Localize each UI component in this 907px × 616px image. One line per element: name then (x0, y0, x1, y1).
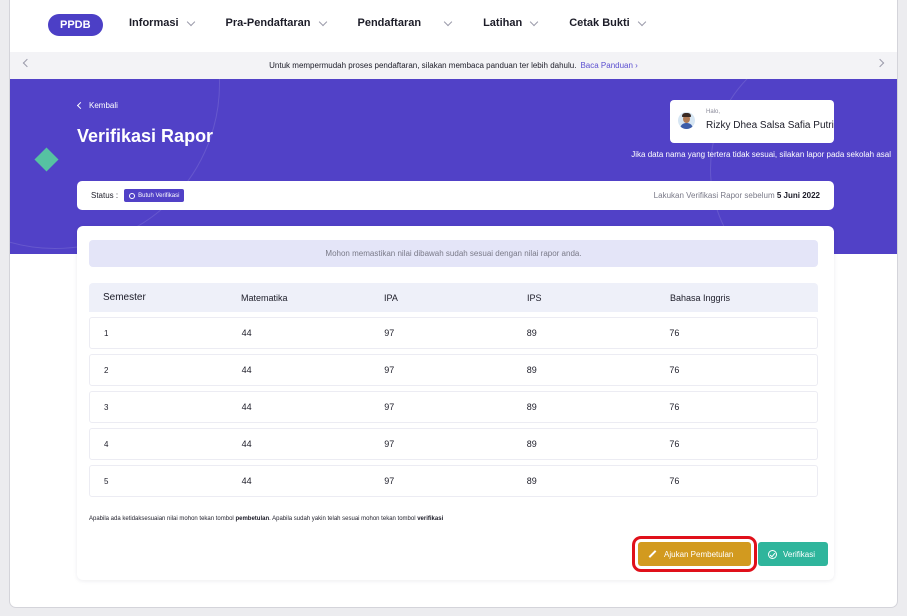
deadline-text: Lakukan Verifikasi Rapor sebelum 5 Juni … (654, 191, 820, 200)
header-semester: Semester (103, 292, 146, 303)
info-banner: Mohon memastikan nilai dibawah sudah ses… (89, 240, 818, 267)
check-circle-icon (768, 549, 777, 559)
avatar-shirt (680, 123, 693, 129)
cell-ips: 89 (526, 402, 537, 412)
cell-ips: 89 (526, 328, 537, 338)
verify-button[interactable]: Verifikasi (758, 542, 828, 566)
notice-bar: Untuk mempermudah proses pendaftaran, si… (10, 52, 897, 79)
cell-semester: 3 (104, 402, 109, 412)
avatar-hair (682, 113, 691, 117)
header-ips: IPS (527, 292, 542, 303)
chevron-down-icon (637, 17, 646, 26)
note-part: Apabila ada ketidaksesuaian nilai mohon … (89, 516, 236, 522)
chevron-down-icon (529, 17, 539, 26)
cell-matematika: 44 (241, 439, 252, 449)
main-menu: Informasi Pra-Pendaftaran Pendaftaran La… (129, 17, 677, 29)
cell-bahasa-inggris: 76 (669, 365, 680, 375)
cell-ipa: 97 (384, 365, 395, 375)
menu-label: Informasi (129, 17, 179, 29)
menu-label: Cetak Bukti (569, 17, 630, 29)
menu-label: Pra-Pendaftaran (225, 17, 311, 29)
table-row: 1 44 97 89 76 (89, 317, 818, 349)
cell-ips: 89 (526, 365, 537, 375)
menu-label: Pendaftaran (357, 17, 422, 29)
chevron-left-icon (76, 101, 85, 110)
status-badge: Butuh Verifikasi (124, 189, 185, 202)
cell-semester: 1 (104, 328, 109, 338)
chevron-down-icon (443, 17, 453, 26)
menu-latihan[interactable]: Latihan (483, 17, 539, 29)
deadline-prefix: Lakukan Verifikasi Rapor sebelum (653, 191, 775, 200)
cell-ips: 89 (526, 476, 537, 486)
cell-bahasa-inggris: 76 (669, 476, 680, 486)
status-badge-text: Butuh Verifikasi (138, 192, 180, 199)
chevron-right-icon[interactable] (875, 58, 885, 68)
cell-ips: 89 (526, 439, 537, 449)
user-name: Rizky Dhea Salsa Safia Putri (706, 120, 834, 131)
grades-table: Semester Matematika IPA IPS Bahasa Inggr… (89, 283, 818, 497)
clock-icon (129, 192, 136, 199)
header-matematika: Matematika (241, 292, 288, 303)
name-mismatch-note: Jika data nama yang tertera tidak sesuai… (631, 150, 891, 159)
button-label: Ajukan Pembetulan (664, 549, 734, 559)
table-row: 4 44 97 89 76 (89, 428, 818, 460)
app-window: PPDB Informasi Pra-Pendaftaran Pendaftar… (10, 0, 897, 607)
chevron-down-icon (318, 17, 327, 26)
menu-pendaftaran[interactable]: Pendaftaran (357, 17, 453, 29)
pencil-icon (648, 550, 657, 558)
greeting-label: Halo, (706, 109, 721, 115)
back-link[interactable]: Kembali (76, 101, 118, 110)
guide-link[interactable]: Baca Panduan › (580, 61, 637, 70)
menu-informasi[interactable]: Informasi (129, 17, 195, 29)
cell-bahasa-inggris: 76 (669, 402, 680, 412)
menu-label: Latihan (483, 17, 523, 29)
cell-ipa: 97 (384, 328, 395, 338)
chevron-down-icon (186, 17, 195, 26)
user-card: Halo, Rizky Dhea Salsa Safia Putri (670, 100, 834, 143)
table-header: Semester Matematika IPA IPS Bahasa Inggr… (89, 283, 818, 312)
cell-semester: 2 (104, 365, 109, 375)
notice-text: Untuk mempermudah proses pendaftaran, si… (269, 61, 577, 70)
status-bar: Status : Butuh Verifikasi Lakukan Verifi… (77, 181, 834, 210)
table-row: 5 44 97 89 76 (89, 465, 818, 497)
cell-matematika: 44 (241, 476, 252, 486)
chevron-left-icon[interactable] (22, 58, 32, 68)
page-title: Verifikasi Rapor (77, 126, 214, 146)
cell-semester: 4 (104, 439, 109, 449)
cell-matematika: 44 (241, 328, 252, 338)
cell-semester: 5 (104, 476, 109, 486)
grades-card: Mohon memastikan nilai dibawah sudah ses… (77, 226, 834, 580)
cell-ipa: 97 (384, 402, 395, 412)
ppdb-logo[interactable]: PPDB (48, 14, 103, 36)
button-label: Verifikasi (783, 549, 816, 559)
menu-cetak-bukti[interactable]: Cetak Bukti (569, 17, 646, 29)
status-label: Status : (91, 191, 119, 200)
table-row: 2 44 97 89 76 (89, 354, 818, 386)
instruction-note: Apabila ada ketidaksesuaian nilai mohon … (89, 516, 443, 522)
cell-bahasa-inggris: 76 (669, 328, 680, 338)
avatar (678, 112, 695, 129)
cell-ipa: 97 (384, 439, 395, 449)
top-nav: PPDB Informasi Pra-Pendaftaran Pendaftar… (10, 0, 897, 52)
cell-matematika: 44 (241, 365, 252, 375)
note-bold-pembetulan: pembetulan (235, 516, 270, 522)
note-bold-verifikasi: verifikasi (417, 516, 444, 522)
note-part: . Apabila sudah yakin telah sesuai mohon… (269, 516, 418, 522)
table-row: 3 44 97 89 76 (89, 391, 818, 423)
header-ipa: IPA (384, 292, 398, 303)
back-label: Kembali (89, 101, 118, 110)
header-bahasa-inggris: Bahasa Inggris (670, 292, 731, 303)
cell-matematika: 44 (241, 402, 252, 412)
cell-ipa: 97 (384, 476, 395, 486)
submit-correction-button[interactable]: Ajukan Pembetulan (632, 536, 757, 572)
deadline-date: 5 Juni 2022 (776, 191, 820, 200)
cell-bahasa-inggris: 76 (669, 439, 680, 449)
menu-pra-pendaftaran[interactable]: Pra-Pendaftaran (225, 17, 327, 29)
